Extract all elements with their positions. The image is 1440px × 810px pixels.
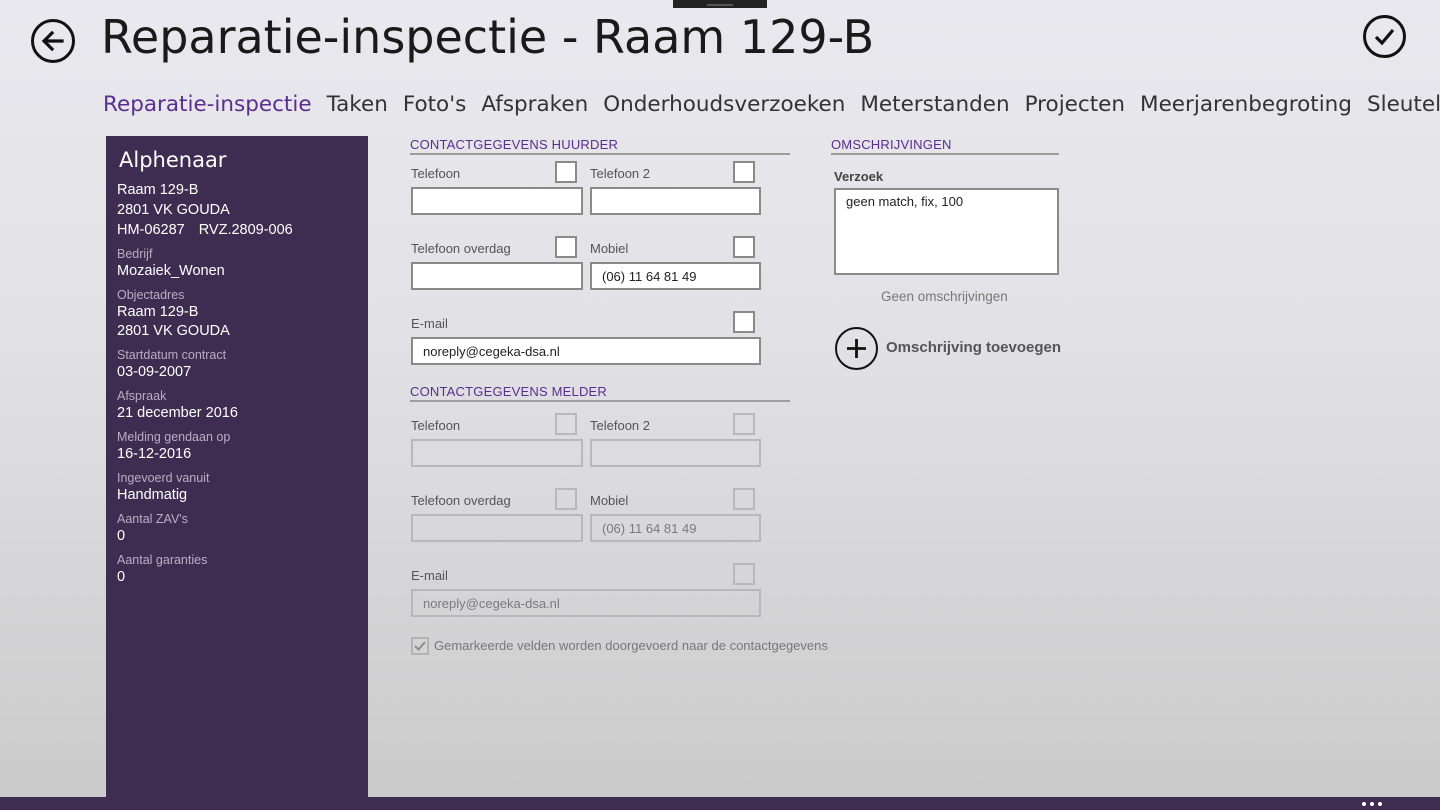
object-address-value: Raam 129-B xyxy=(117,304,199,320)
app-bar xyxy=(0,797,1440,810)
tenant-phone-input[interactable] xyxy=(411,187,583,215)
tenant-daytime-phone-input[interactable] xyxy=(411,262,583,290)
checkmark-icon xyxy=(414,641,426,651)
request-id: RVZ.2809-006 xyxy=(198,222,293,238)
tenant-email-label: E-mail xyxy=(411,316,448,331)
entered-from-value: Handmatig xyxy=(117,487,188,503)
add-description-button[interactable] xyxy=(835,327,878,370)
tenant-mobile-input[interactable] xyxy=(590,262,761,290)
propagate-fields-checkbox[interactable] xyxy=(411,637,429,655)
reporter-email-checkbox[interactable] xyxy=(733,563,755,585)
reporter-daytime-phone-input[interactable] xyxy=(411,514,583,542)
warranty-count-value: 0 xyxy=(117,569,126,585)
back-button[interactable] xyxy=(31,19,75,63)
plus-icon xyxy=(847,339,866,358)
tenant-email-checkbox[interactable] xyxy=(733,311,755,333)
reporter-mobile-input[interactable] xyxy=(590,514,761,542)
request-label: Verzoek xyxy=(834,169,884,184)
arrow-left-icon xyxy=(41,30,64,52)
checkmark-icon xyxy=(1374,28,1395,46)
add-description-label[interactable]: Omschrijving toevoegen xyxy=(886,339,1061,356)
tenant-phone2-input[interactable] xyxy=(590,187,761,215)
zav-count-label: Aantal ZAV's xyxy=(117,512,188,526)
reporter-daytime-phone-label: Telefoon overdag xyxy=(411,493,511,508)
reporter-email-label: E-mail xyxy=(411,568,448,583)
tenant-mobile-label: Mobiel xyxy=(590,241,629,256)
reported-on-value: 16-12-2016 xyxy=(117,446,192,462)
reporter-contact-heading: CONTACTGEGEVENS MELDER xyxy=(410,384,790,402)
reported-on-label: Melding gendaan op xyxy=(117,430,231,444)
window-top-handle xyxy=(673,0,767,8)
address-line-2: 2801 VK GOUDA xyxy=(117,202,230,218)
propagate-fields-label: Gemarkeerde velden worden doorgevoerd na… xyxy=(434,638,828,653)
warranty-count-label: Aantal garanties xyxy=(117,553,208,567)
company-value: Mozaiek_Wonen xyxy=(117,263,225,279)
tab-bar: Reparatie-inspectie Taken Foto's Afsprak… xyxy=(103,92,1440,117)
tenant-name: Alphenaar xyxy=(119,148,227,172)
company-label: Bedrijf xyxy=(117,247,153,261)
reporter-phone-label: Telefoon xyxy=(411,418,461,433)
contract-start-value: 03-09-2007 xyxy=(117,364,192,380)
no-descriptions-text: Geen omschrijvingen xyxy=(881,289,1008,304)
tab-sleutels[interactable]: Sleutels xyxy=(1367,92,1440,117)
tenant-phone2-checkbox[interactable] xyxy=(733,161,755,183)
reporter-email-input[interactable] xyxy=(411,589,761,617)
tenant-phone-label: Telefoon xyxy=(411,166,461,181)
appointment-value: 21 december 2016 xyxy=(117,405,238,421)
reporter-phone2-checkbox[interactable] xyxy=(733,413,755,435)
tab-meterstanden[interactable]: Meterstanden xyxy=(860,92,1009,117)
reporter-daytime-phone-checkbox[interactable] xyxy=(555,488,577,510)
tab-projecten[interactable]: Projecten xyxy=(1025,92,1125,117)
object-id: HM-06287 xyxy=(117,222,185,238)
reporter-phone-checkbox[interactable] xyxy=(555,413,577,435)
zav-count-value: 0 xyxy=(117,528,126,544)
tenant-phone2-label: Telefoon 2 xyxy=(590,166,650,181)
tenant-mobile-checkbox[interactable] xyxy=(733,236,755,258)
tenant-email-input[interactable] xyxy=(411,337,761,365)
tenant-phone-checkbox[interactable] xyxy=(555,161,577,183)
address-line-1: Raam 129-B xyxy=(117,182,199,198)
details-sidebar: Alphenaar Raam 129-B 2801 VK GOUDA HM-06… xyxy=(106,136,368,800)
entered-from-label: Ingevoerd vanuit xyxy=(117,471,210,485)
tab-taken[interactable]: Taken xyxy=(327,92,388,117)
request-textarea[interactable]: geen match, fix, 100 xyxy=(834,188,1059,275)
tenant-daytime-phone-label: Telefoon overdag xyxy=(411,241,511,256)
reporter-mobile-label: Mobiel xyxy=(590,493,629,508)
tab-onderhoudsverzoeken[interactable]: Onderhoudsverzoeken xyxy=(603,92,845,117)
tab-meerjarenbegroting[interactable]: Meerjarenbegroting xyxy=(1140,92,1352,117)
descriptions-heading: OMSCHRIJVINGEN xyxy=(831,137,1059,155)
contract-start-label: Startdatum contract xyxy=(117,348,227,362)
page-title: Reparatie-inspectie - Raam 129-B xyxy=(101,10,875,64)
reporter-mobile-checkbox[interactable] xyxy=(733,488,755,510)
id-row: HM-06287 RVZ.2809-006 xyxy=(117,220,357,240)
reporter-phone2-input[interactable] xyxy=(590,439,761,467)
reporter-phone2-label: Telefoon 2 xyxy=(590,418,650,433)
confirm-button[interactable] xyxy=(1363,15,1406,58)
tenant-daytime-phone-checkbox[interactable] xyxy=(555,236,577,258)
tab-reparatie-inspectie[interactable]: Reparatie-inspectie xyxy=(103,92,312,117)
reporter-phone-input[interactable] xyxy=(411,439,583,467)
tab-fotos[interactable]: Foto's xyxy=(403,92,466,117)
object-address-label: Objectadres xyxy=(117,288,185,302)
more-options-icon[interactable] xyxy=(1361,798,1385,808)
tenant-contact-heading: CONTACTGEGEVENS HUURDER xyxy=(410,137,790,155)
object-address-value-2: 2801 VK GOUDA xyxy=(117,323,230,339)
appointment-label: Afspraak xyxy=(117,389,167,403)
tab-afspraken[interactable]: Afspraken xyxy=(481,92,588,117)
